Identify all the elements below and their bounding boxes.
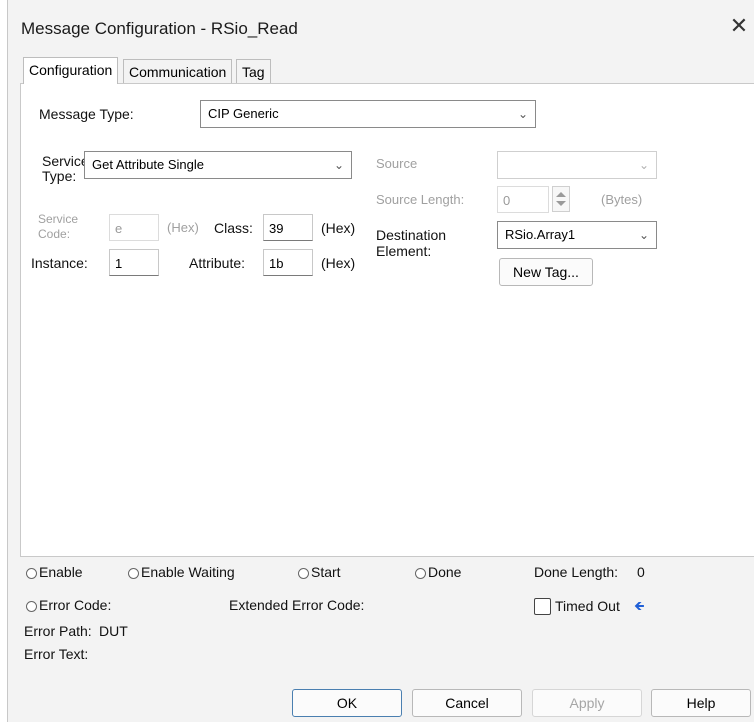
message-type-select[interactable]: CIP Generic ⌄: [200, 100, 536, 128]
timed-out-label: Timed Out: [555, 598, 620, 614]
error-path-value: DUT: [99, 623, 128, 639]
spin-down-icon: [556, 201, 566, 206]
chevron-down-icon: ⌄: [638, 228, 649, 242]
status-enable: Enable: [26, 564, 83, 580]
status-enable-waiting: Enable Waiting: [128, 564, 235, 580]
service-type-select[interactable]: Get Attribute Single ⌄: [84, 151, 352, 179]
class-input[interactable]: 39: [263, 214, 313, 241]
radio-indicator-icon: [26, 600, 37, 612]
help-button[interactable]: Help: [651, 689, 751, 717]
new-tag-button[interactable]: New Tag...: [499, 258, 593, 286]
radio-indicator-icon: [415, 567, 426, 579]
configuration-panel: Message Type: CIP Generic ⌄ Service Type…: [20, 83, 754, 557]
source-length-spinner: [552, 186, 570, 212]
service-type-label: Service Type:: [42, 153, 89, 184]
chevron-down-icon: ⌄: [517, 107, 528, 121]
source-label: Source: [376, 156, 418, 171]
radio-indicator-icon: [128, 567, 139, 579]
destination-element-value: RSio.Array1: [505, 227, 576, 242]
status-error-code: Error Code:: [26, 597, 111, 613]
ok-button[interactable]: OK: [292, 689, 402, 717]
tab-tag[interactable]: Tag: [236, 59, 271, 84]
tab-configuration[interactable]: Configuration: [23, 57, 119, 84]
destination-element-label: Destination Element:: [376, 227, 447, 259]
attribute-label: Attribute:: [189, 255, 246, 271]
instance-input[interactable]: 1: [109, 249, 159, 276]
cancel-button[interactable]: Cancel: [412, 689, 522, 717]
attribute-input[interactable]: 1b: [263, 249, 313, 276]
status-start: Start: [298, 564, 341, 580]
class-unit: (Hex): [321, 220, 356, 236]
spin-up-icon: [556, 192, 566, 197]
extended-error-code-label: Extended Error Code:: [229, 597, 365, 613]
done-length-value: 0: [637, 564, 645, 580]
source-select: ⌄: [497, 151, 657, 179]
radio-indicator-icon: [298, 567, 309, 579]
title-bar: Message Configuration - RSio_Read ✕: [8, 0, 754, 58]
service-code-unit: (Hex): [167, 220, 199, 235]
tab-communication[interactable]: Communication: [123, 59, 233, 84]
apply-button[interactable]: Apply: [532, 689, 642, 717]
instance-label: Instance:: [31, 255, 88, 271]
service-type-value: Get Attribute Single: [92, 157, 205, 172]
done-length-label: Done Length:: [534, 564, 619, 580]
message-configuration-window: Message Configuration - RSio_Read ✕ Conf…: [7, 0, 754, 722]
service-code-input: e: [109, 214, 159, 241]
window-title: Message Configuration - RSio_Read: [21, 19, 298, 38]
message-type-label: Message Type:: [39, 106, 134, 122]
chevron-down-icon: ⌄: [638, 158, 649, 172]
destination-element-select[interactable]: RSio.Array1 ⌄: [497, 221, 657, 249]
timed-out-checkbox[interactable]: [534, 598, 551, 615]
class-label: Class:: [214, 220, 253, 236]
arrow-left-icon: 🡸: [634, 598, 645, 613]
service-code-label: Service Code:: [38, 212, 79, 241]
error-text-label: Error Text:: [24, 646, 89, 662]
source-length-label: Source Length:: [376, 192, 465, 207]
chevron-down-icon: ⌄: [333, 158, 344, 172]
close-icon[interactable]: ✕: [727, 14, 751, 38]
status-done: Done: [415, 564, 461, 580]
source-length-input: 0: [497, 186, 549, 213]
radio-indicator-icon: [26, 567, 37, 579]
message-type-value: CIP Generic: [208, 106, 279, 121]
error-path-label: Error Path:: [24, 623, 92, 639]
attribute-unit: (Hex): [321, 255, 356, 271]
source-length-unit: (Bytes): [601, 192, 643, 207]
